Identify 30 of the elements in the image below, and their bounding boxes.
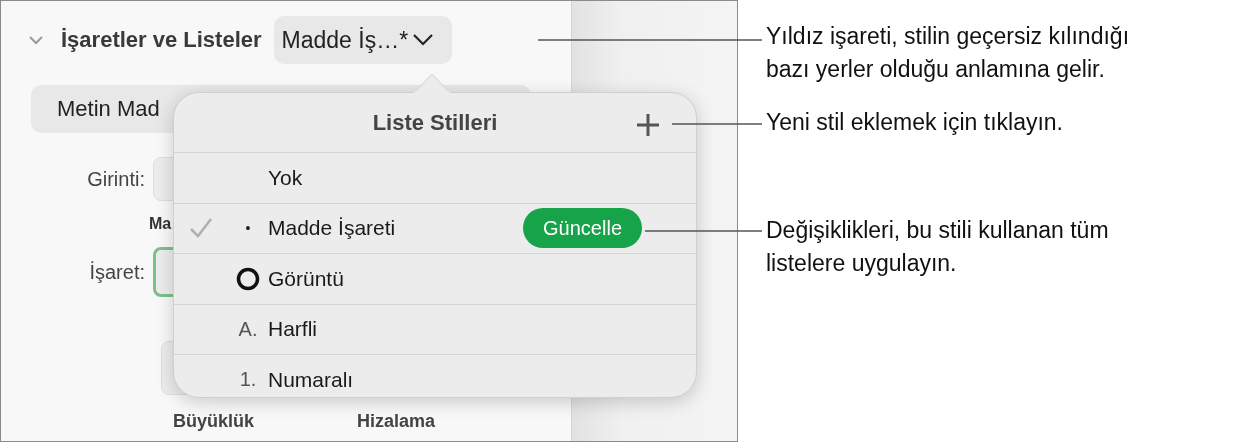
callout-text: Yıldız işareti, stilin geçersiz kılındığı bazı yerler olduğu anlamına gelir. xyxy=(766,22,1131,84)
list-style-item[interactable]: A. Harfli xyxy=(174,304,696,355)
style-menu[interactable]: Madde İş…* xyxy=(273,16,453,64)
list-style-label: Harfli xyxy=(268,317,318,342)
list-style-item[interactable]: 1. Numaralı xyxy=(174,355,696,397)
chevron-icon[interactable] xyxy=(29,35,43,45)
list-marker: A. xyxy=(238,317,258,341)
align-label: Hizalama xyxy=(357,411,436,432)
bullet-label: İşaret: xyxy=(88,260,146,284)
add-icon[interactable] xyxy=(636,113,660,137)
list-style-label: Madde İşareti xyxy=(268,216,397,241)
list-marker: 1. xyxy=(239,368,257,392)
list-style-item[interactable]: Görüntü xyxy=(174,254,696,305)
list-style-item[interactable]: Yok xyxy=(174,153,696,204)
section-title: İşaretler ve Listeler xyxy=(61,27,262,53)
size-label: Büyüklük xyxy=(173,411,255,432)
list-style-label: Yok xyxy=(268,165,304,190)
indent-label: Girinti: xyxy=(86,167,146,191)
list-style-item[interactable]: • Madde İşareti Güncelle xyxy=(174,203,696,254)
callout-text: Değişiklikleri, bu stili kullanan tüm listelere uygulayın. xyxy=(766,216,1110,278)
list-style-label: Numaralı xyxy=(268,367,355,392)
popover-title: Liste Stilleri xyxy=(372,109,498,136)
callout-text: Yeni stil eklemek için tıklayın. xyxy=(766,108,1064,137)
text-menu-label: Metin Mad xyxy=(57,96,160,122)
checkmark-icon xyxy=(189,217,213,240)
chevron-down-icon xyxy=(412,33,435,47)
bullet-marker: • xyxy=(245,220,251,237)
list-style-label: Görüntü xyxy=(268,266,345,291)
column-label: Ma xyxy=(149,215,172,233)
circle-icon xyxy=(236,266,260,291)
